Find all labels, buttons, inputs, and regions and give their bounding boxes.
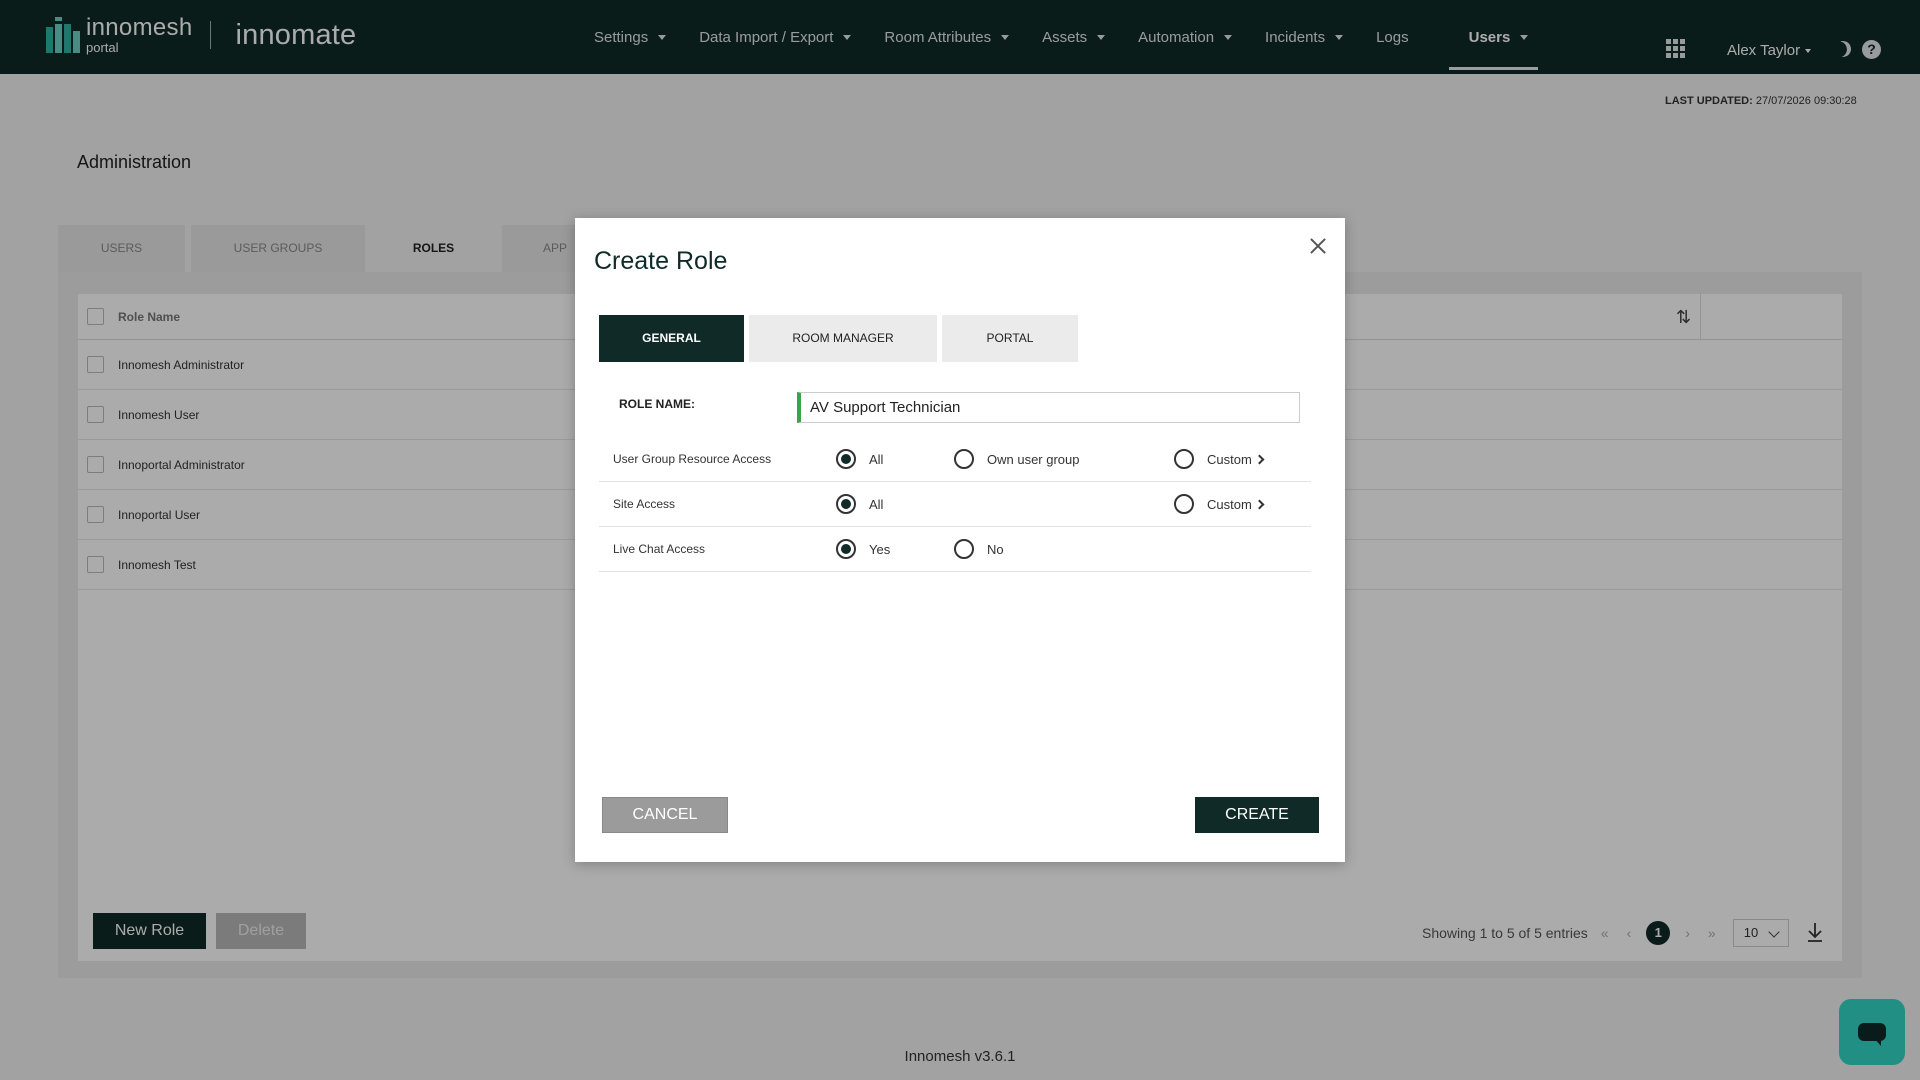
radio-user-group-own[interactable]: Own user group <box>954 449 1080 469</box>
radio-unchecked-icon <box>954 449 974 469</box>
radio-label: Custom <box>1207 451 1252 467</box>
create-role-modal: Create Role GENERAL ROOM MANAGER PORTAL … <box>575 218 1345 862</box>
permission-row-user-group-resource-access: User Group Resource Access All Own user … <box>599 437 1311 482</box>
role-name-label: ROLE NAME: <box>619 397 695 411</box>
radio-label: All <box>869 496 884 512</box>
modal-tabs: GENERAL ROOM MANAGER PORTAL <box>599 315 1083 362</box>
radio-unchecked-icon <box>1174 449 1194 469</box>
radio-unchecked-icon <box>954 539 974 559</box>
permission-label: User Group Resource Access <box>613 452 772 466</box>
permission-label: Site Access <box>613 497 676 511</box>
role-name-input[interactable] <box>797 392 1300 423</box>
radio-site-custom[interactable]: Custom <box>1174 494 1265 514</box>
radio-checked-icon <box>836 449 856 469</box>
create-button[interactable]: CREATE <box>1195 797 1319 833</box>
permission-row-live-chat-access: Live Chat Access Yes No <box>599 527 1311 572</box>
radio-user-group-all[interactable]: All <box>836 449 883 469</box>
tab-general[interactable]: GENERAL <box>599 315 744 362</box>
radio-label: Custom <box>1207 496 1252 512</box>
radio-checked-icon <box>836 539 856 559</box>
radio-label: Yes <box>869 541 891 557</box>
radio-site-all[interactable]: All <box>836 494 883 514</box>
radio-unchecked-icon <box>1174 494 1194 514</box>
chevron-right-icon <box>1254 454 1265 465</box>
radio-label: No <box>987 541 1004 557</box>
cancel-button[interactable]: CANCEL <box>602 797 728 833</box>
tab-room-manager[interactable]: ROOM MANAGER <box>749 315 937 362</box>
radio-label: Own user group <box>987 451 1080 467</box>
radio-label: All <box>869 451 884 467</box>
tab-portal[interactable]: PORTAL <box>942 315 1078 362</box>
permission-row-site-access: Site Access All Custom <box>599 482 1311 527</box>
permission-label: Live Chat Access <box>613 542 706 556</box>
close-icon[interactable] <box>1308 236 1328 256</box>
radio-live-chat-yes[interactable]: Yes <box>836 539 890 559</box>
modal-title: Create Role <box>594 247 728 275</box>
chevron-right-icon <box>1254 499 1265 510</box>
radio-checked-icon <box>836 494 856 514</box>
radio-live-chat-no[interactable]: No <box>954 539 1004 559</box>
radio-user-group-custom[interactable]: Custom <box>1174 449 1265 469</box>
